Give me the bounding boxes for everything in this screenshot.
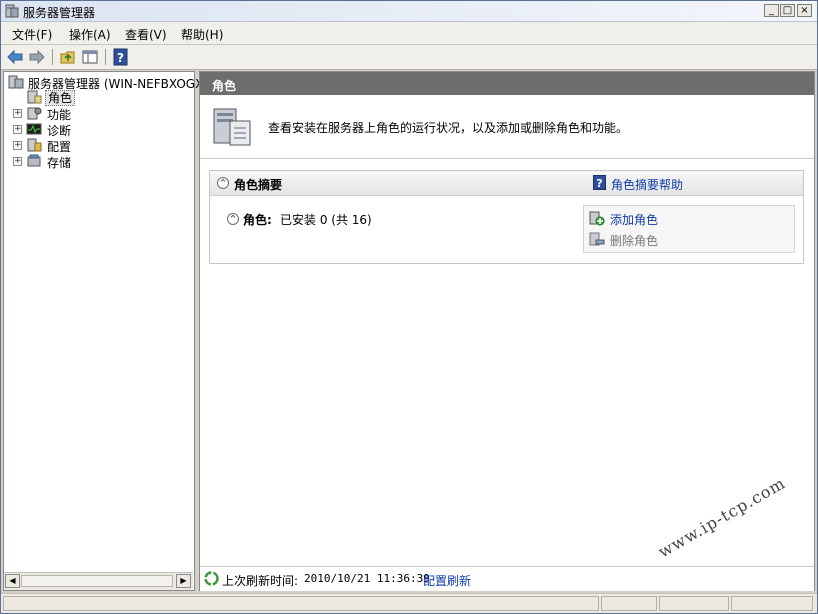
refresh-icon (204, 571, 219, 586)
roles-actions-panel: 添加角色 删除角色 (583, 205, 795, 253)
roles-summary-help-link[interactable]: 角色摘要帮助 (611, 176, 683, 193)
roles-status: 已安装 0 (共 16) (280, 213, 372, 227)
last-refresh-time: 2010/10/21 11:36:39 (304, 572, 430, 585)
roles-row: ^ 角色: 已安装 0 (共 16) 添加角色 删除角色 (210, 195, 803, 261)
status-panel (731, 596, 813, 611)
maximize-button[interactable]: □ (780, 4, 795, 17)
toolbar: ? (1, 45, 817, 70)
content-header: 角色 (200, 72, 814, 95)
menu-action[interactable]: 操作(A) (69, 26, 111, 43)
roles-summary-header[interactable]: ^ 角色摘要 ? 角色摘要帮助 (210, 171, 803, 196)
show-hide-tree-icon[interactable] (81, 48, 99, 66)
menu-view[interactable]: 查看(V) (125, 26, 167, 43)
add-roles-icon (589, 211, 605, 226)
navigation-tree: 服务器管理器 (WIN-NEFBXOGXNJ 角色 + 功能 + 诊断 + 配置… (3, 71, 216, 591)
intro-banner: 查看安装在服务器上角色的运行状况，以及添加或删除角色和功能。 (200, 96, 814, 159)
refresh-status-bar: 上次刷新时间: 2010/10/21 11:36:39 配置刷新 (200, 566, 814, 591)
up-folder-icon[interactable] (59, 48, 77, 66)
scroll-right-icon[interactable]: ▶ (176, 574, 191, 588)
tree-item-label: 配置 (47, 140, 72, 154)
intro-text: 查看安装在服务器上角色的运行状况，以及添加或删除角色和功能。 (268, 121, 629, 135)
collapse-icon[interactable]: ^ (217, 177, 229, 189)
configuration-icon (27, 138, 42, 152)
title-bar: 服务器管理器 _ □ × (1, 1, 817, 22)
minimize-button[interactable]: _ (764, 4, 779, 17)
scroll-thumb[interactable] (21, 575, 173, 587)
features-icon (27, 107, 42, 120)
expand-icon[interactable]: + (13, 141, 22, 150)
menu-bar: 文件(F) 操作(A) 查看(V) 帮助(H) (1, 22, 817, 45)
status-panel (601, 596, 657, 611)
tree-item-label: 角色 (45, 90, 76, 106)
roles-label: 角色: (243, 213, 272, 227)
collapse-icon[interactable]: ^ (227, 213, 239, 225)
window-status-bar (1, 593, 817, 613)
add-roles-link[interactable]: 添加角色 (610, 211, 658, 228)
back-arrow-icon[interactable] (6, 48, 24, 66)
remove-roles-icon (589, 232, 605, 246)
diagnostics-icon (26, 123, 42, 135)
tree-item-label: 存储 (47, 156, 72, 170)
roles-summary-title: 角色摘要 (234, 178, 283, 192)
server-manager-icon (8, 75, 24, 89)
tree-horizontal-scrollbar[interactable]: ◀ ▶ (4, 572, 193, 590)
svg-text:?: ? (117, 51, 124, 65)
toolbar-separator (52, 49, 53, 65)
roles-summary-section: ^ 角色摘要 ? 角色摘要帮助 ^ 角色: 已安装 0 (共 16) 添加角色 … (209, 170, 804, 264)
remove-roles-link[interactable]: 删除角色 (610, 232, 658, 249)
last-refresh-label: 上次刷新时间: (222, 574, 299, 588)
configure-refresh-link[interactable]: 配置刷新 (423, 572, 471, 589)
tree-item-label: 诊断 (47, 124, 72, 138)
scroll-left-icon[interactable]: ◀ (5, 574, 20, 588)
expand-icon[interactable]: + (13, 157, 22, 166)
menu-file[interactable]: 文件(F) (12, 26, 52, 43)
storage-icon (27, 154, 41, 167)
help-icon[interactable]: ? (112, 48, 130, 66)
status-panel (3, 596, 599, 611)
tree-item-label: 功能 (47, 108, 72, 122)
roles-server-icon (213, 108, 251, 146)
forward-arrow-icon[interactable] (28, 48, 46, 66)
content-title: 角色 (212, 79, 237, 93)
toolbar-separator (105, 49, 106, 65)
menu-help[interactable]: 帮助(H) (181, 26, 223, 43)
window-title: 服务器管理器 (23, 6, 96, 20)
svg-text:?: ? (596, 177, 602, 190)
roles-icon (27, 90, 42, 104)
help-icon[interactable]: ? (593, 175, 606, 190)
close-button[interactable]: × (797, 4, 812, 17)
expand-icon[interactable]: + (13, 109, 22, 118)
expand-icon[interactable]: + (13, 125, 22, 134)
server-manager-icon (5, 4, 19, 18)
status-panel (659, 596, 729, 611)
